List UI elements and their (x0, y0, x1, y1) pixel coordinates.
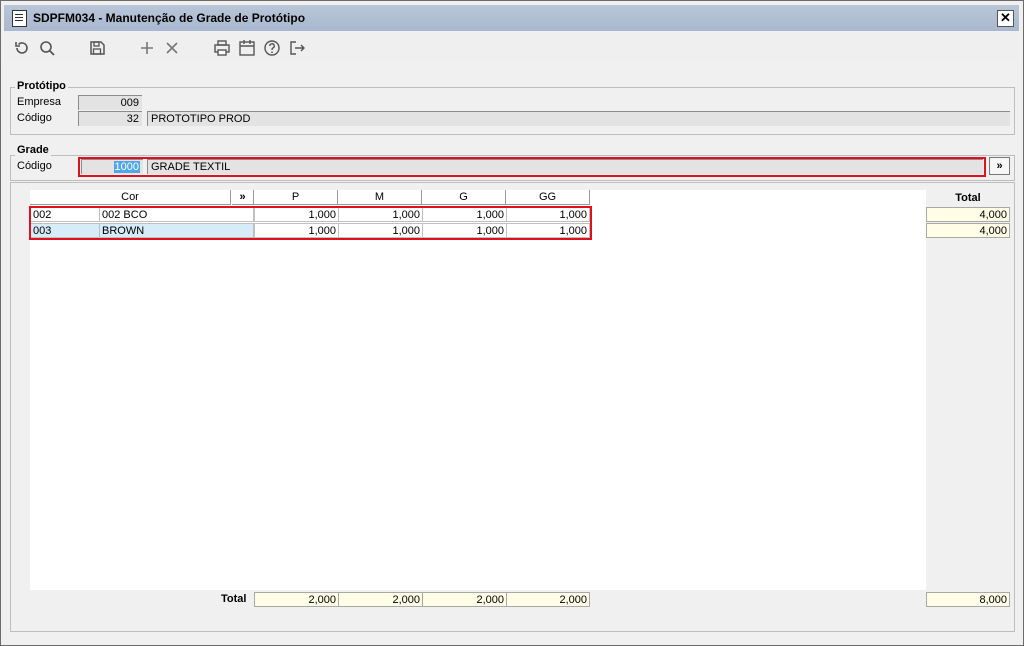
row-1-g[interactable]: 1,000 (422, 207, 507, 222)
row-2-m[interactable]: 1,000 (338, 223, 423, 238)
footer-total-g: 2,000 (422, 592, 507, 607)
close-button[interactable]: ✕ (997, 10, 1014, 27)
grade-codigo-field[interactable]: 1000 (81, 159, 143, 174)
empresa-label: Empresa (17, 96, 62, 108)
footer-total-overall: 8,000 (926, 592, 1010, 607)
add-icon[interactable] (137, 38, 157, 58)
empresa-field[interactable]: 009 (78, 95, 142, 110)
grade-descricao-field: GRADE TEXTIL (147, 159, 983, 174)
main-window: SDPFM034 - Manutenção de Grade de Protót… (0, 0, 1024, 646)
footer-total-m: 2,000 (338, 592, 423, 607)
row-1-name[interactable]: 002 BCO (99, 207, 254, 222)
column-header-gg[interactable]: GG (506, 190, 590, 205)
row-2-total: 4,000 (926, 223, 1010, 238)
prototipo-group-label: Protótipo (15, 80, 68, 92)
row-1-total: 4,000 (926, 207, 1010, 222)
title-bar: SDPFM034 - Manutenção de Grade de Protót… (4, 5, 1019, 31)
toolbar (4, 32, 1019, 62)
help-icon[interactable] (262, 38, 282, 58)
column-header-g[interactable]: G (422, 190, 506, 205)
search-icon[interactable] (37, 38, 57, 58)
window-title: SDPFM034 - Manutenção de Grade de Protót… (33, 11, 306, 25)
calendar-icon[interactable] (237, 38, 257, 58)
save-icon[interactable] (87, 38, 107, 58)
row-2-code[interactable]: 003 (30, 223, 100, 238)
column-header-cor[interactable]: Cor (30, 190, 231, 205)
row-1-gg[interactable]: 1,000 (506, 207, 590, 222)
delete-icon[interactable] (162, 38, 182, 58)
undo-icon[interactable] (12, 38, 32, 58)
column-header-p[interactable]: P (254, 190, 338, 205)
grid-area (30, 190, 926, 590)
footer-total-p: 2,000 (254, 592, 339, 607)
row-1-code[interactable]: 002 (30, 207, 100, 222)
footer-total-label: Total (221, 593, 247, 605)
row-2-name[interactable]: BROWN (99, 223, 254, 238)
exit-icon[interactable] (287, 38, 307, 58)
row-2-p[interactable]: 1,000 (254, 223, 339, 238)
row-1-m[interactable]: 1,000 (338, 207, 423, 222)
document-icon (12, 10, 27, 27)
grade-group-label: Grade (15, 144, 51, 156)
row-1-p[interactable]: 1,000 (254, 207, 339, 222)
grade-expand-button[interactable]: » (989, 157, 1010, 175)
row-2-gg[interactable]: 1,000 (506, 223, 590, 238)
column-expand-button[interactable]: » (232, 190, 254, 205)
column-header-m[interactable]: M (338, 190, 422, 205)
prototipo-codigo-label: Código (17, 112, 52, 124)
prototipo-descricao-field: PROTOTIPO PROD (147, 111, 1010, 126)
prototipo-codigo-field[interactable]: 32 (78, 111, 142, 126)
row-2-g[interactable]: 1,000 (422, 223, 507, 238)
footer-total-gg: 2,000 (506, 592, 590, 607)
grade-codigo-selected-text: 1000 (113, 161, 140, 173)
grade-codigo-label: Código (17, 160, 52, 172)
print-icon[interactable] (212, 38, 232, 58)
column-header-total: Total (926, 192, 1010, 204)
